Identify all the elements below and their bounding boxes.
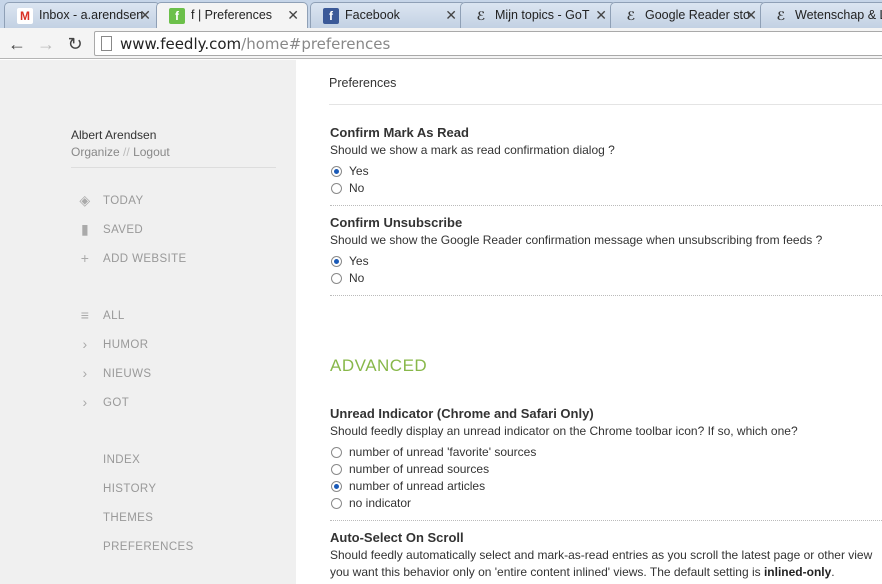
tab-wetenschap[interactable]: ℰ Wetenschap & Le (760, 2, 882, 28)
browser-toolbar: ← → ↻ www.feedly.com/home#preferences (0, 28, 882, 59)
forward-icon[interactable]: → (35, 33, 57, 55)
close-icon[interactable]: ✕ (287, 7, 299, 24)
radio-button[interactable] (331, 273, 342, 284)
unread-indicator-description: Should feedly display an unread indicato… (330, 424, 798, 438)
tab-title: Wetenschap & Le (795, 8, 882, 22)
chevron-right-icon[interactable]: › (76, 365, 94, 381)
confirm-unsub-title: Confirm Unsubscribe (330, 215, 463, 230)
radio-button[interactable] (331, 464, 342, 475)
section-divider (330, 295, 882, 296)
close-icon[interactable]: ✕ (595, 7, 607, 24)
tab-facebook[interactable]: f Facebook ✕ (310, 2, 466, 28)
section-divider (330, 520, 882, 521)
auto-select-description-2: you want this behavior only on 'entire c… (330, 565, 835, 579)
radio-button[interactable] (331, 481, 342, 492)
plus-icon: + (80, 250, 90, 266)
default-setting-value: inlined-only (763, 565, 832, 579)
gmail-icon: M (17, 8, 33, 24)
tab-strip: M Inbox - a.arendsen ✕ f Facebook ✕ ℰ Mi… (0, 0, 882, 28)
confirm-mark-description: Should we show a mark as read confirmati… (330, 143, 615, 157)
tab-preferences[interactable]: f f | Preferences ✕ (156, 2, 308, 28)
preferences-panel: Preferences Confirm Mark As Read Should … (296, 60, 882, 584)
tab-got[interactable]: ℰ Mijn topics - GoT ✕ (460, 2, 616, 28)
user-name: Albert Arendsen (71, 128, 157, 142)
tab-gmail[interactable]: M Inbox - a.arendsen ✕ (4, 2, 160, 28)
divider (329, 104, 882, 105)
organize-link[interactable]: Organize (71, 145, 120, 159)
radio-button[interactable] (331, 447, 342, 458)
page-icon (101, 36, 112, 51)
forum-icon: ℰ (476, 9, 486, 23)
forum-icon: ℰ (776, 9, 786, 23)
url-text[interactable]: www.feedly.com/home#preferences (120, 35, 390, 53)
feedly-icon: f (169, 8, 185, 24)
page-title: Preferences (329, 76, 397, 90)
divider (71, 167, 276, 168)
unread-indicator-title: Unread Indicator (Chrome and Safari Only… (330, 406, 594, 421)
close-icon[interactable]: ✕ (139, 7, 151, 24)
confirm-mark-title: Confirm Mark As Read (330, 125, 469, 140)
close-icon[interactable]: ✕ (745, 7, 757, 24)
chevron-right-icon[interactable]: › (76, 394, 94, 410)
tab-google-reader[interactable]: ℰ Google Reader sto ✕ (610, 2, 766, 28)
auto-select-description: Should feedly automatically select and m… (330, 548, 873, 562)
facebook-icon: f (323, 8, 339, 24)
close-icon[interactable]: ✕ (445, 7, 457, 24)
bookmark-icon: ▮ (80, 221, 90, 237)
forum-icon: ℰ (626, 9, 636, 23)
radio-button[interactable] (331, 183, 342, 194)
section-divider (330, 205, 882, 206)
reload-icon[interactable]: ↻ (64, 33, 86, 55)
radio-button[interactable] (331, 498, 342, 509)
back-icon[interactable]: ← (6, 33, 28, 55)
confirm-unsub-description: Should we show the Google Reader confirm… (330, 233, 823, 247)
radio-button[interactable] (331, 166, 342, 177)
sidebar: Albert Arendsen Organize // Logout ◈ TOD… (0, 60, 296, 584)
address-bar[interactable]: www.feedly.com/home#preferences (94, 31, 882, 56)
chevron-right-icon[interactable]: › (76, 336, 94, 352)
radio-button[interactable] (331, 256, 342, 267)
auto-select-title: Auto-Select On Scroll (330, 530, 464, 545)
list-icon: ≡ (80, 307, 90, 323)
link-separator: // (123, 145, 130, 159)
today-icon: ◈ (79, 192, 91, 208)
logout-link[interactable]: Logout (133, 145, 170, 159)
advanced-heading: ADVANCED (330, 356, 428, 375)
user-links: Organize // Logout (71, 145, 170, 159)
